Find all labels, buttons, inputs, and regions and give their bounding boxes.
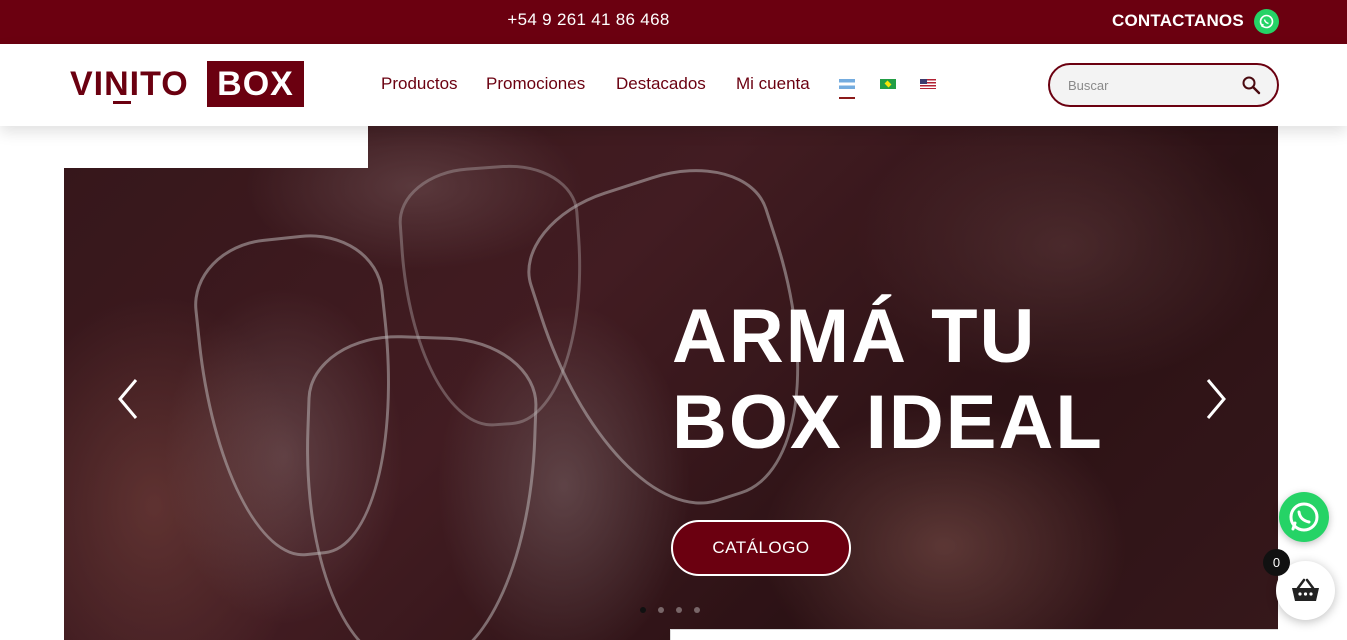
contact-link[interactable]: CONTACTANOS	[1112, 11, 1244, 31]
slider-dot[interactable]	[694, 607, 700, 613]
catalog-button[interactable]: CATÁLOGO	[671, 520, 851, 576]
hero-corner-decoration	[64, 126, 368, 168]
phone-number[interactable]: +54 9 261 41 86 468	[0, 10, 1177, 30]
hero-title-line-1: ARMÁ TU	[672, 294, 1037, 379]
nav-promociones[interactable]: Promociones	[486, 74, 585, 94]
whatsapp-float-button[interactable]	[1279, 492, 1329, 542]
nav-destacados[interactable]: Destacados	[616, 74, 706, 94]
cart-count-badge: 0	[1263, 549, 1290, 576]
slider-dot[interactable]	[658, 607, 664, 613]
search-input[interactable]	[1068, 75, 1238, 95]
hero-title: ARMÁ TU BOX IDEAL	[672, 294, 1104, 466]
nav-mi-cuenta[interactable]: Mi cuenta	[736, 74, 810, 94]
site-header: VINITO BOX Productos Promociones Destaca…	[0, 44, 1347, 126]
search-icon[interactable]	[1241, 75, 1261, 95]
logo-box-text: BOX	[207, 61, 304, 107]
chevron-right-icon[interactable]	[1200, 376, 1230, 422]
site-logo[interactable]: VINITO BOX	[70, 61, 304, 107]
flag-usa-icon[interactable]	[920, 79, 936, 89]
logo-text: VINITO	[70, 65, 189, 103]
logo-accent-bar	[113, 101, 131, 104]
search-box	[1048, 63, 1279, 107]
flag-argentina-icon[interactable]	[839, 79, 855, 89]
hero-title-line-2: BOX IDEAL	[672, 380, 1104, 465]
hero-slider: ARMÁ TU BOX IDEAL CATÁLOGO	[64, 126, 1278, 640]
whatsapp-icon[interactable]	[1254, 9, 1279, 34]
flag-brazil-icon[interactable]	[880, 79, 896, 89]
active-language-indicator	[839, 97, 855, 99]
hero-corner-decoration	[670, 629, 1278, 640]
chevron-left-icon[interactable]	[114, 376, 144, 422]
slider-dot-active[interactable]	[640, 607, 646, 613]
slider-dot[interactable]	[676, 607, 682, 613]
top-bar: +54 9 261 41 86 468 CONTACTANOS	[0, 0, 1347, 44]
whatsapp-icon	[1289, 502, 1319, 532]
nav-productos[interactable]: Productos	[381, 74, 458, 94]
